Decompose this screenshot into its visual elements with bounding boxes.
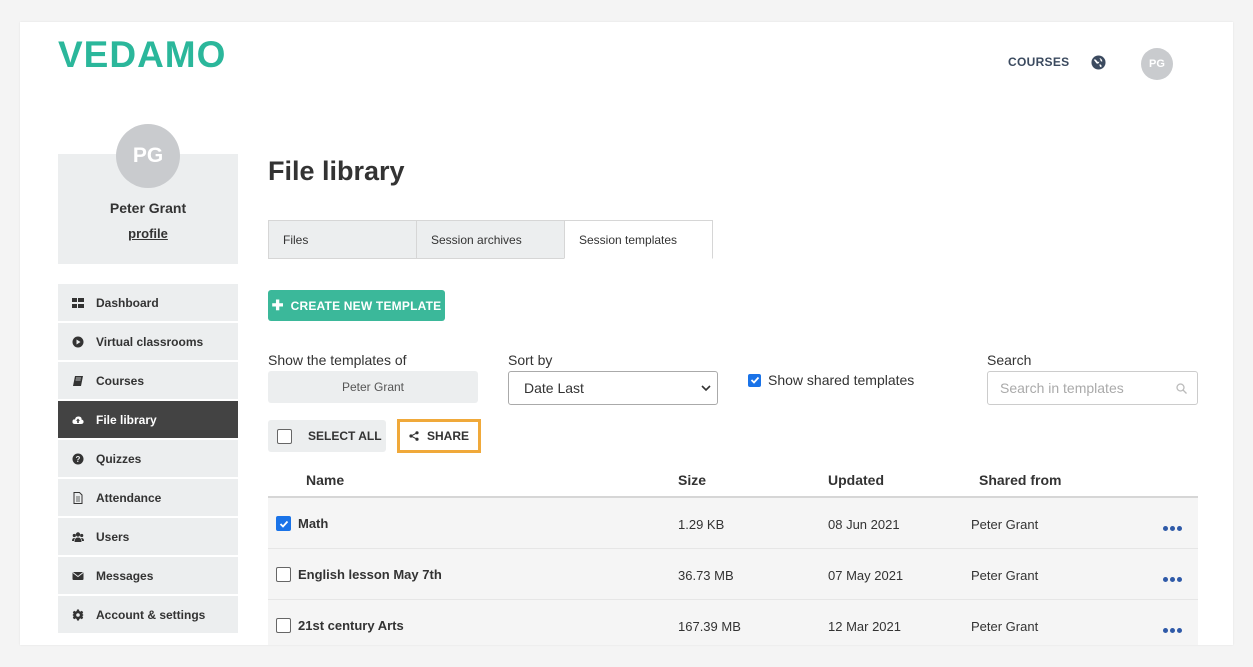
show-of-label: Show the templates of	[268, 352, 407, 368]
row-size: 167.39 MB	[678, 619, 741, 634]
envelope-icon	[72, 570, 84, 582]
row-shared-from: Peter Grant	[971, 619, 1039, 634]
sidebar-item-file-library[interactable]: File library	[58, 401, 238, 438]
show-shared-templates-checkbox[interactable]: Show shared templates	[748, 372, 914, 388]
select-all-button[interactable]: SELECT ALL	[268, 420, 386, 452]
column-header-updated[interactable]: Updated	[828, 472, 884, 488]
tab-session-templates[interactable]: Session templates	[564, 220, 713, 259]
table-header: Name Size Updated Shared from	[268, 462, 1198, 498]
sidebar-item-quizzes[interactable]: ? Quizzes	[58, 440, 238, 477]
row-name[interactable]: English lesson May 7th	[298, 567, 442, 582]
sidebar-item-label: Messages	[96, 568, 154, 583]
plus-icon: ✚	[271, 297, 284, 313]
more-options-icon[interactable]	[1163, 621, 1185, 633]
select-all-checkbox[interactable]	[277, 428, 292, 444]
sort-value: Date Last	[524, 380, 584, 396]
profile-avatar: PG	[116, 124, 180, 188]
sidebar-item-courses[interactable]: Courses	[58, 362, 238, 399]
search-input[interactable]: Search in templates	[987, 371, 1198, 405]
search-icon	[1176, 383, 1187, 394]
book-icon	[72, 375, 84, 387]
sidebar-item-dashboard[interactable]: Dashboard	[58, 284, 238, 321]
row-checkbox[interactable]	[276, 567, 291, 582]
row-size: 1.29 KB	[678, 517, 725, 532]
tab-session-archives[interactable]: Session archives	[416, 220, 565, 259]
select-all-label: SELECT ALL	[308, 429, 382, 443]
sidebar-item-label: Courses	[96, 373, 145, 388]
sidebar-item-label: Users	[96, 529, 130, 544]
tab-bar: Files Session archives Session templates	[268, 220, 713, 259]
share-button[interactable]: SHARE	[397, 419, 481, 453]
chevron-down-icon	[701, 385, 711, 392]
sidebar-item-label: Virtual classrooms	[96, 334, 204, 349]
sidebar-item-label: Account & settings	[96, 607, 206, 622]
table-row[interactable]: 21st century Arts 167.39 MB 12 Mar 2021 …	[268, 600, 1198, 645]
sort-label: Sort by	[508, 352, 553, 368]
row-updated: 07 May 2021	[828, 568, 904, 583]
show-of-field: Peter Grant	[268, 371, 478, 403]
grid-icon	[72, 297, 84, 309]
user-avatar[interactable]: PG	[1141, 48, 1173, 80]
share-label: SHARE	[427, 429, 470, 443]
users-icon	[72, 531, 84, 543]
row-checkbox[interactable]	[276, 516, 291, 531]
sort-select[interactable]: Date Last	[508, 371, 718, 405]
row-updated: 12 Mar 2021	[828, 619, 901, 634]
tab-files[interactable]: Files	[268, 220, 417, 259]
table-row[interactable]: English lesson May 7th 36.73 MB 07 May 2…	[268, 549, 1198, 600]
templates-table: Name Size Updated Shared from Math 1.29 …	[268, 462, 1198, 645]
table-row[interactable]: Math 1.29 KB 08 Jun 2021 Peter Grant	[268, 498, 1198, 549]
column-header-shared-from[interactable]: Shared from	[979, 472, 1061, 488]
search-placeholder: Search in templates	[1000, 380, 1124, 396]
sidebar-nav: Dashboard Virtual classrooms Courses Fil…	[58, 284, 238, 635]
checkbox-checked-icon[interactable]	[748, 373, 761, 387]
page-title: File library	[268, 156, 405, 186]
cloud-upload-icon	[72, 414, 84, 426]
question-circle-icon: ?	[72, 453, 84, 465]
sidebar-item-label: Dashboard	[96, 295, 159, 310]
row-updated: 08 Jun 2021	[828, 517, 900, 532]
search-label: Search	[987, 352, 1032, 368]
sidebar-item-label: File library	[96, 412, 157, 427]
row-size: 36.73 MB	[678, 568, 734, 583]
svg-text:?: ?	[76, 455, 81, 464]
profile-name: Peter Grant	[109, 200, 187, 216]
row-shared-from: Peter Grant	[971, 568, 1039, 583]
row-shared-from: Peter Grant	[971, 517, 1039, 532]
sidebar-item-attendance[interactable]: Attendance	[58, 479, 238, 516]
create-button-label: CREATE NEW TEMPLATE	[290, 298, 442, 313]
row-name[interactable]: Math	[298, 516, 328, 531]
column-header-name[interactable]: Name	[306, 472, 344, 488]
sidebar-item-label: Quizzes	[96, 451, 142, 466]
column-header-size[interactable]: Size	[678, 472, 706, 488]
sidebar-item-label: Attendance	[96, 490, 162, 505]
row-checkbox[interactable]	[276, 618, 291, 633]
profile-link[interactable]: profile	[58, 226, 238, 241]
create-new-template-button[interactable]: ✚ CREATE NEW TEMPLATE	[268, 290, 445, 321]
app-window: VEDAMO COURSES PG PG Peter Grant profile…	[20, 22, 1233, 645]
sidebar-item-messages[interactable]: Messages	[58, 557, 238, 594]
sidebar-item-virtual-classrooms[interactable]: Virtual classrooms	[58, 323, 238, 360]
play-circle-icon	[72, 336, 84, 348]
row-name[interactable]: 21st century Arts	[298, 618, 404, 633]
nav-courses-link[interactable]: COURSES	[1008, 55, 1069, 69]
sidebar-item-account-settings[interactable]: Account & settings	[58, 596, 238, 633]
globe-icon[interactable]	[1091, 55, 1106, 70]
document-icon	[72, 491, 84, 504]
share-icon	[409, 431, 419, 441]
more-options-icon[interactable]	[1163, 570, 1185, 582]
more-options-icon[interactable]	[1163, 519, 1185, 531]
vedamo-logo[interactable]: VEDAMO	[58, 34, 226, 76]
sidebar-item-users[interactable]: Users	[58, 518, 238, 555]
gear-icon	[72, 609, 84, 621]
show-shared-label: Show shared templates	[768, 372, 915, 388]
